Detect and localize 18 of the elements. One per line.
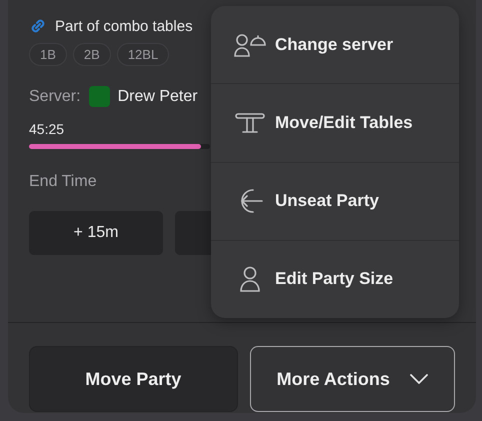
table-tag: 2B xyxy=(72,43,111,66)
menu-item[interactable]: Change server xyxy=(211,6,459,84)
table-tag: 1B xyxy=(29,43,67,66)
server-name: Drew Peter xyxy=(118,88,198,106)
link-icon xyxy=(29,17,47,35)
end-time-label: End Time xyxy=(29,173,97,190)
time-button[interactable]: + 15m xyxy=(29,211,163,255)
move-party-button[interactable]: Move Party xyxy=(29,346,238,412)
more-actions-button[interactable]: More Actions xyxy=(250,346,455,412)
chevron-down-icon xyxy=(410,374,428,384)
person-bell-icon xyxy=(233,32,267,58)
elapsed-time: 45:25 xyxy=(29,121,64,137)
menu-item[interactable]: Unseat Party xyxy=(211,162,459,240)
server-label: Server: xyxy=(29,88,81,106)
menu-item[interactable]: Move/Edit Tables xyxy=(211,83,459,162)
menu-item[interactable]: Edit Party Size xyxy=(211,240,459,318)
combo-label: Part of combo tables xyxy=(55,18,193,34)
table-tag: 12BL xyxy=(116,43,170,66)
